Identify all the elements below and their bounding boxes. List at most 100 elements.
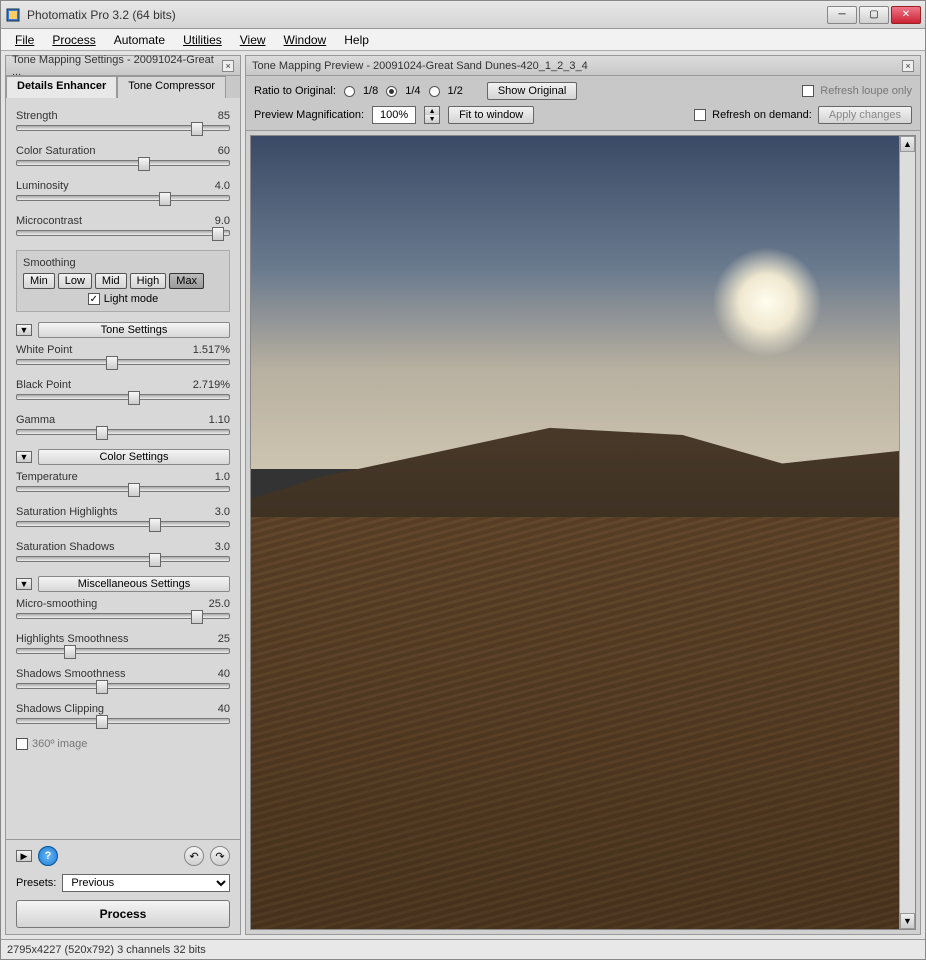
app-window: Photomatix Pro 3.2 (64 bits) ─ ▢ ✕ File … (0, 0, 926, 960)
minimize-button[interactable]: ─ (827, 6, 857, 24)
smoothing-max-button[interactable]: Max (169, 273, 204, 289)
slider-track[interactable] (16, 125, 230, 131)
section-header[interactable]: Miscellaneous Settings (38, 576, 230, 592)
settings-scroll[interactable]: Strength85 Color Saturation60 Luminosity… (6, 98, 240, 839)
slider-thumb[interactable] (149, 553, 161, 567)
slider-track[interactable] (16, 195, 230, 201)
preview-scrollbar[interactable]: ▲ ▼ (899, 136, 915, 929)
menubar: File Process Automate Utilities View Win… (1, 29, 925, 51)
menu-window[interactable]: Window (276, 31, 335, 49)
smoothing-mid-button[interactable]: Mid (95, 273, 127, 289)
menu-process[interactable]: Process (44, 31, 103, 49)
smoothing-low-button[interactable]: Low (58, 273, 92, 289)
slider-shadows smoothness: Shadows Smoothness40 (16, 668, 230, 689)
section-header[interactable]: Tone Settings (38, 322, 230, 338)
slider-thumb[interactable] (159, 192, 171, 206)
slider-shadows clipping: Shadows Clipping40 (16, 703, 230, 724)
preview-controls: Ratio to Original: 1/8 1/4 1/2 Show Orig… (246, 76, 920, 131)
magnification-spinner[interactable]: ▲▼ (424, 106, 440, 124)
slider-thumb[interactable] (96, 680, 108, 694)
slider-saturation highlights: Saturation Highlights3.0 (16, 506, 230, 527)
show-original-button[interactable]: Show Original (487, 82, 577, 100)
settings-panel: Tone Mapping Settings - 20091024-Great .… (5, 55, 241, 935)
slider-thumb[interactable] (138, 157, 150, 171)
refresh-on-demand-checkbox[interactable] (694, 109, 706, 121)
slider-track[interactable] (16, 556, 230, 562)
window-title: Photomatix Pro 3.2 (64 bits) (27, 8, 827, 22)
section-toggle[interactable]: ▼ (16, 578, 32, 590)
tab-tone-compressor[interactable]: Tone Compressor (117, 76, 226, 98)
slider-thumb[interactable] (128, 483, 140, 497)
settings-panel-title: Tone Mapping Settings - 20091024-Great .… (6, 56, 240, 76)
expand-toggle[interactable]: ▶ (16, 850, 32, 862)
slider-track[interactable] (16, 486, 230, 492)
menu-file[interactable]: File (7, 31, 42, 49)
tab-details-enhancer[interactable]: Details Enhancer (6, 76, 117, 98)
section-header[interactable]: Color Settings (38, 449, 230, 465)
slider-saturation shadows: Saturation Shadows3.0 (16, 541, 230, 562)
ratio-1-8[interactable] (344, 86, 355, 97)
undo-icon[interactable]: ↶ (184, 846, 204, 866)
slider-track[interactable] (16, 521, 230, 527)
close-icon[interactable]: × (222, 60, 234, 72)
slider-thumb[interactable] (191, 122, 203, 136)
slider-gamma: Gamma1.10 (16, 414, 230, 435)
image360-checkbox[interactable] (16, 738, 28, 750)
slider-track[interactable] (16, 648, 230, 654)
slider-thumb[interactable] (96, 715, 108, 729)
slider-track[interactable] (16, 359, 230, 365)
slider-track[interactable] (16, 429, 230, 435)
menu-utilities[interactable]: Utilities (175, 31, 230, 49)
magnification-input[interactable] (372, 106, 416, 124)
slider-temperature: Temperature1.0 (16, 471, 230, 492)
app-icon (5, 7, 21, 23)
slider-thumb[interactable] (106, 356, 118, 370)
help-icon[interactable]: ? (38, 846, 58, 866)
slider-thumb[interactable] (212, 227, 224, 241)
slider-track[interactable] (16, 394, 230, 400)
slider-black point: Black Point2.719% (16, 379, 230, 400)
maximize-button[interactable]: ▢ (859, 6, 889, 24)
redo-icon[interactable]: ↷ (210, 846, 230, 866)
slider-track[interactable] (16, 718, 230, 724)
slider-luminosity: Luminosity4.0 (16, 180, 230, 201)
settings-footer: ▶ ? ↶ ↷ Presets: Previous Process (6, 839, 240, 934)
slider-thumb[interactable] (64, 645, 76, 659)
smoothing-min-button[interactable]: Min (23, 273, 55, 289)
preview-panel: Tone Mapping Preview - 20091024-Great Sa… (245, 55, 921, 935)
refresh-loupe-checkbox[interactable] (802, 85, 814, 97)
fit-to-window-button[interactable]: Fit to window (448, 106, 534, 124)
process-button[interactable]: Process (16, 900, 230, 928)
close-button[interactable]: ✕ (891, 6, 921, 24)
presets-select[interactable]: Previous (62, 874, 230, 892)
titlebar: Photomatix Pro 3.2 (64 bits) ─ ▢ ✕ (1, 1, 925, 29)
ratio-1-4[interactable] (386, 86, 397, 97)
slider-track[interactable] (16, 683, 230, 689)
slider-micro-smoothing: Micro-smoothing25.0 (16, 598, 230, 619)
slider-highlights smoothness: Highlights Smoothness25 (16, 633, 230, 654)
statusbar: 2795x4227 (520x792) 3 channels 32 bits (1, 939, 925, 959)
preview-panel-title: Tone Mapping Preview - 20091024-Great Sa… (246, 56, 920, 76)
slider-track[interactable] (16, 160, 230, 166)
ratio-1-2[interactable] (429, 86, 440, 97)
slider-thumb[interactable] (128, 391, 140, 405)
close-icon[interactable]: × (902, 60, 914, 72)
smoothing-high-button[interactable]: High (130, 273, 167, 289)
slider-track[interactable] (16, 230, 230, 236)
slider-thumb[interactable] (149, 518, 161, 532)
menu-automate[interactable]: Automate (106, 31, 173, 49)
section-toggle[interactable]: ▼ (16, 324, 32, 336)
slider-track[interactable] (16, 613, 230, 619)
preview-image: ▲ ▼ (250, 135, 916, 930)
slider-thumb[interactable] (96, 426, 108, 440)
slider-color saturation: Color Saturation60 (16, 145, 230, 166)
section-toggle[interactable]: ▼ (16, 451, 32, 463)
menu-help[interactable]: Help (336, 31, 377, 49)
slider-strength: Strength85 (16, 110, 230, 131)
scroll-up-icon[interactable]: ▲ (900, 136, 915, 152)
slider-thumb[interactable] (191, 610, 203, 624)
light-mode-checkbox[interactable]: ✓ (88, 293, 100, 305)
apply-changes-button[interactable]: Apply changes (818, 106, 912, 124)
menu-view[interactable]: View (232, 31, 274, 49)
scroll-down-icon[interactable]: ▼ (900, 913, 915, 929)
